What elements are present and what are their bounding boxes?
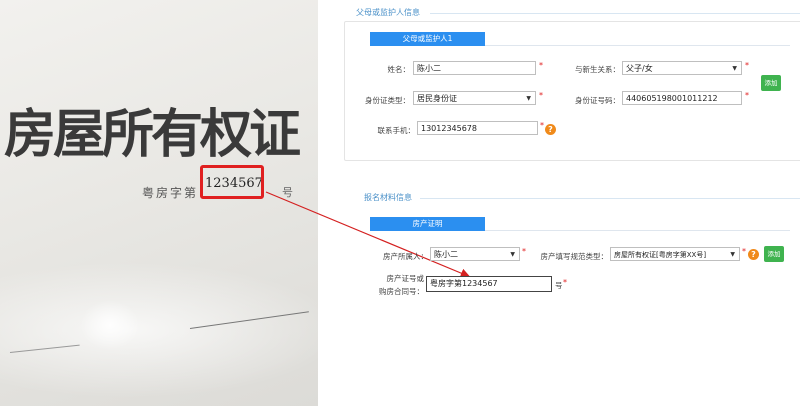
property-number-label-line2: 购房合同号： (379, 287, 424, 296)
scratch-mark (189, 311, 309, 329)
property-number-input[interactable]: 粤房字第1234567 (426, 276, 552, 292)
property-type-select[interactable]: 房屋所有权证[粤房字第XX号] ▼ (610, 247, 740, 261)
relation-select[interactable]: 父子/女 ▼ (622, 61, 742, 75)
tab-property-proof[interactable]: 房产证明 (370, 217, 485, 231)
property-type-label: 房产填写规范类型： (540, 252, 609, 261)
required-mark: * (563, 278, 567, 287)
guardian-section-title: 父母或监护人信息 (356, 8, 420, 17)
phone-input[interactable]: 13012345678 (417, 121, 538, 135)
certificate-suffix: 号 (282, 186, 293, 199)
add-guardian-button[interactable]: 添加 (761, 75, 781, 91)
chevron-down-icon: ▼ (730, 251, 735, 258)
property-number-suffix: 号 (555, 281, 563, 290)
id-type-value: 居民身份证 (417, 94, 457, 103)
id-type-label: 身份证类型： (365, 96, 410, 105)
required-mark: * (742, 247, 746, 256)
property-number-label-line1: 房产证号或 (386, 274, 425, 283)
required-mark: * (539, 61, 543, 70)
name-label: 姓名： (387, 65, 411, 74)
chevron-down-icon: ▼ (510, 251, 515, 258)
material-section-title: 报名材料信息 (364, 193, 412, 202)
chevron-down-icon: ▼ (526, 95, 531, 102)
certificate-photo: 房屋所有权证 粤房字第 1234567 号 (0, 0, 318, 406)
tab-underline (485, 230, 790, 231)
required-mark: * (745, 61, 749, 70)
question-circle-icon[interactable]: ? (545, 124, 556, 135)
id-number-label: 身份证号码： (575, 96, 620, 105)
required-mark: * (522, 247, 526, 256)
property-type-value: 房屋所有权证[粤房字第XX号] (614, 251, 707, 259)
add-material-button[interactable]: 添加 (764, 246, 784, 262)
required-mark: * (540, 121, 544, 130)
required-mark: * (539, 91, 543, 100)
owner-value: 陈小二 (434, 250, 458, 259)
scratch-mark (9, 344, 80, 353)
tab-guardian-1[interactable]: 父母或监护人1 (370, 32, 485, 46)
certificate-prefix: 粤房字第 (142, 186, 199, 200)
id-type-select[interactable]: 居民身份证 ▼ (413, 91, 536, 105)
section-divider (420, 198, 800, 199)
certificate-title: 房屋所有权证 (4, 104, 301, 165)
name-input[interactable]: 陈小二 (413, 61, 536, 75)
id-number-input[interactable]: 440605198001011212 (622, 91, 742, 105)
relation-label: 与新生关系： (575, 65, 620, 74)
chevron-down-icon: ▼ (732, 65, 737, 72)
owner-label: 房产所属人： (383, 252, 428, 261)
certificate-number-highlight (200, 165, 264, 199)
relation-value: 父子/女 (626, 64, 653, 73)
section-divider (430, 13, 800, 14)
required-mark: * (745, 91, 749, 100)
phone-label: 联系手机： (377, 126, 416, 135)
question-circle-icon[interactable]: ? (748, 249, 759, 260)
tab-underline (485, 45, 790, 46)
owner-select[interactable]: 陈小二 ▼ (430, 247, 520, 261)
